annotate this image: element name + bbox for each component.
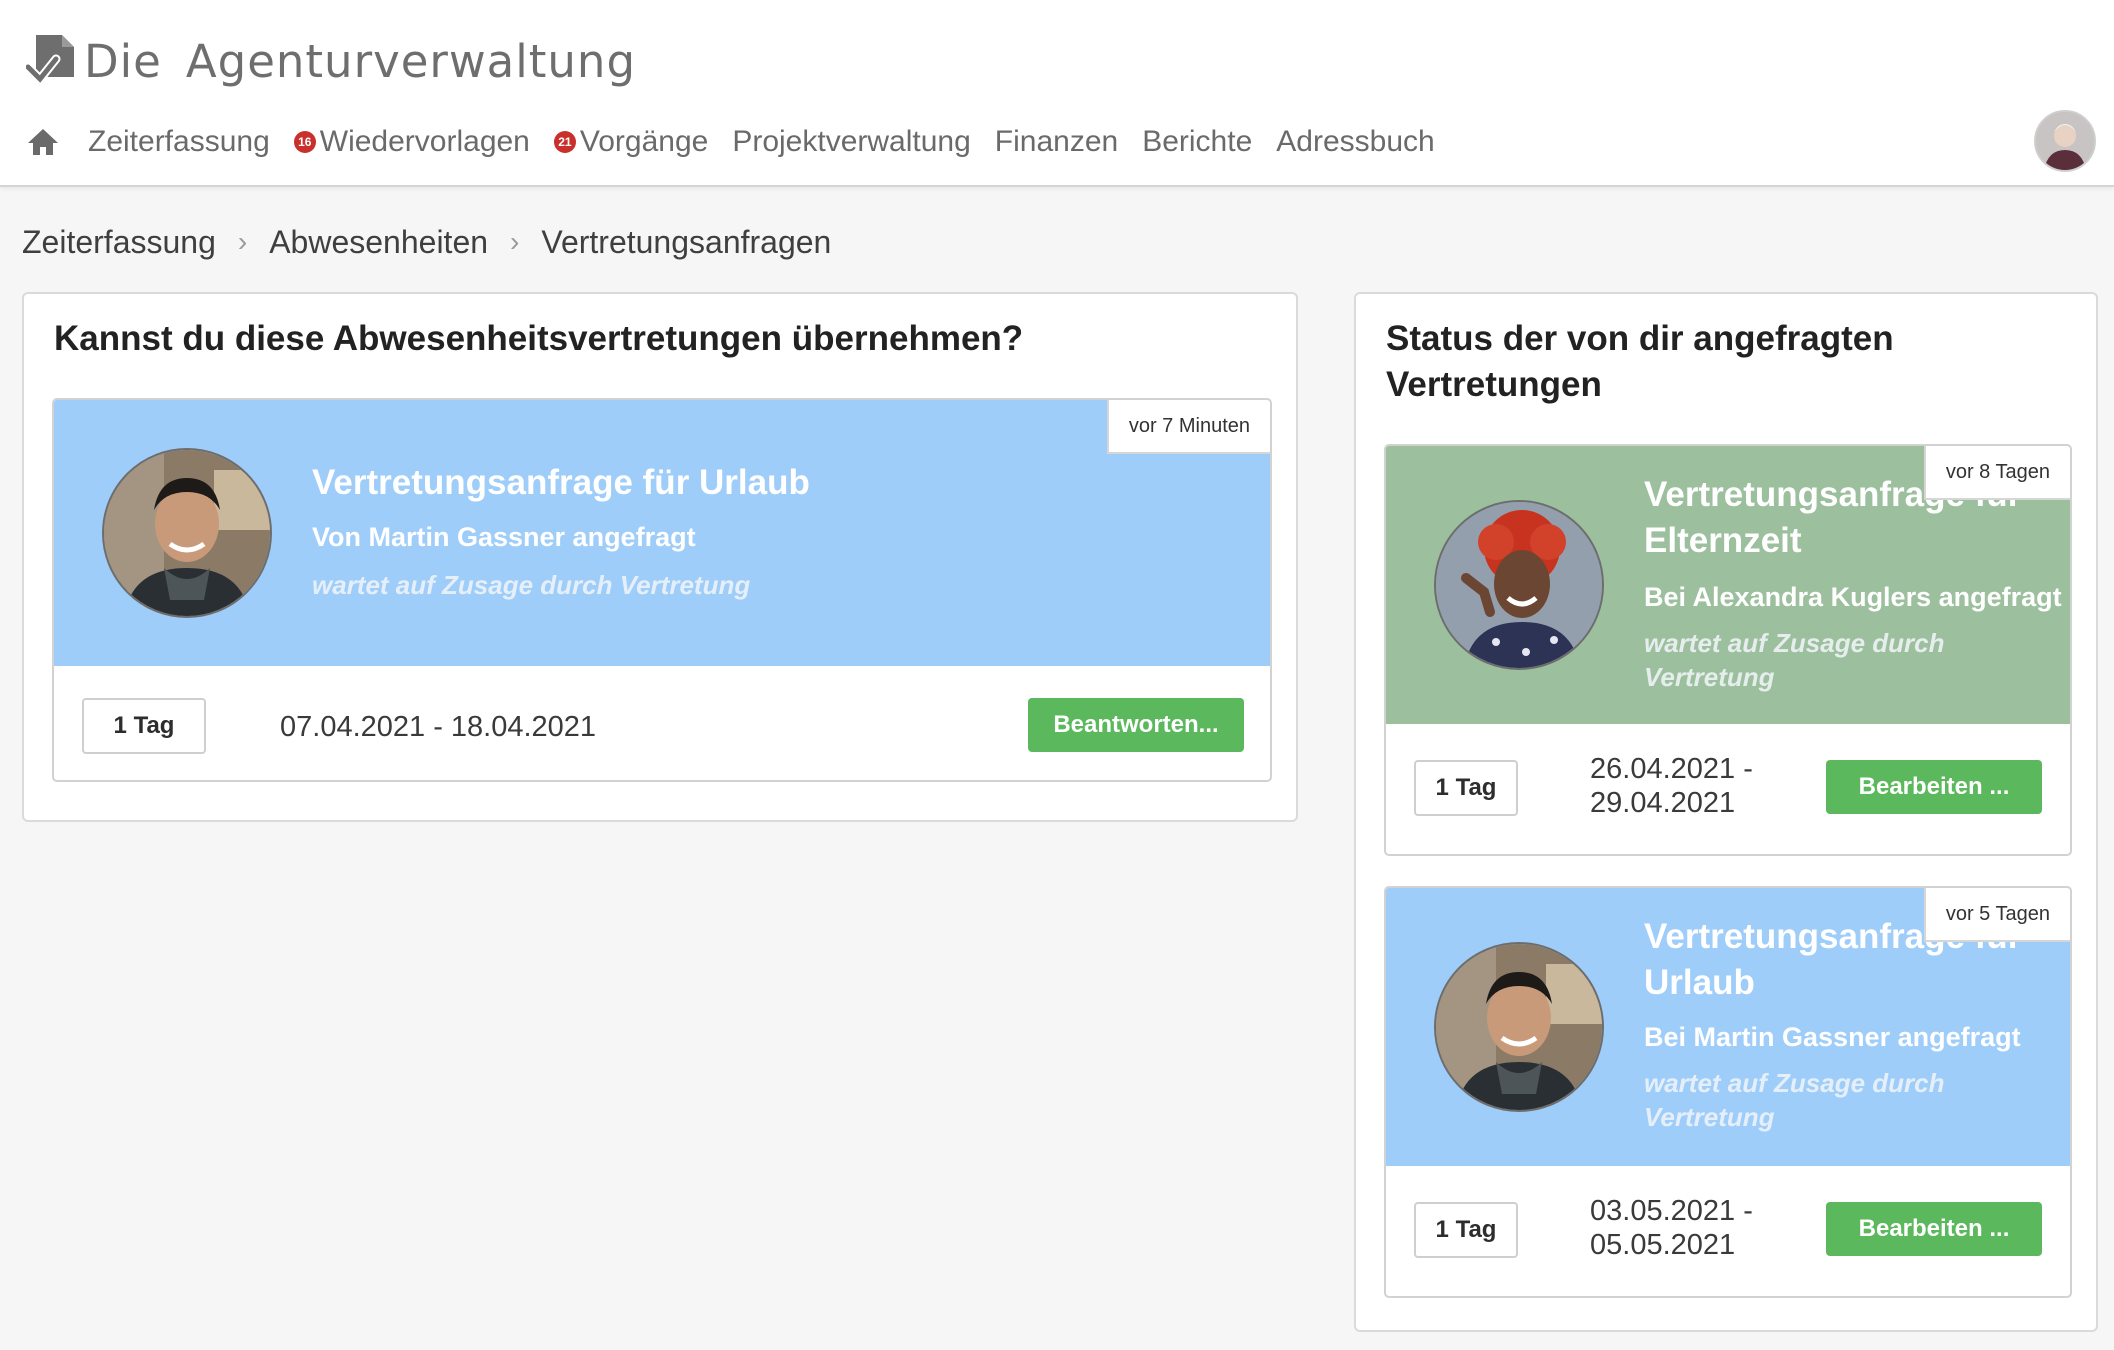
nav-item-finanzen[interactable]: Finanzen: [995, 125, 1118, 159]
avatar: [1434, 500, 1604, 670]
nav-label: Berichte: [1142, 125, 1253, 158]
request-card: Vertretungsanfrage für Elternzeit vor 8 …: [1384, 444, 2072, 856]
count-badge: 16: [293, 131, 316, 153]
date-range: 03.05.2021 - 05.05.2021: [1590, 1194, 1753, 1262]
logo-text-1: Die: [84, 34, 162, 88]
date-range-line2: 05.05.2021: [1590, 1229, 1736, 1261]
avatar: [102, 448, 272, 618]
time-tag: vor 7 Minuten: [1106, 400, 1270, 454]
edit-button[interactable]: Bearbeiten ...: [1826, 1202, 2042, 1256]
nav-label: Finanzen: [994, 125, 1119, 158]
card-subtitle: Bei Martin Gassner angefragt: [1644, 1022, 2021, 1052]
panel-title-line2: Vertretungen: [1386, 365, 1602, 404]
card-header: Vertretungsanfrage für Elternzeit vor 8 …: [1386, 446, 2070, 724]
duration-badge: 1 Tag: [1414, 760, 1518, 816]
date-range-line1: 03.05.2021 -: [1590, 1195, 1753, 1227]
edit-button[interactable]: Bearbeiten ...: [1826, 760, 2042, 814]
card-status-line2: Vertretung: [1644, 662, 1775, 692]
nav-item-wiedervorlagen[interactable]: 16 Wiedervorlagen: [293, 125, 530, 159]
count-badge: 21: [553, 131, 576, 153]
card-title: Vertretungsanfrage für Urlaub: [312, 463, 810, 502]
panel-title: Kannst du diese Abwesenheitsvertretungen…: [54, 319, 1024, 358]
request-card: vor 7 Minuten Vertretungsanfrage für Url…: [52, 398, 1272, 782]
nav-item-berichte[interactable]: Berichte: [1142, 125, 1252, 159]
date-range: 26.04.2021 - 29.04.2021: [1590, 752, 1753, 820]
card-status-line1: wartet auf Zusage durch: [1644, 628, 1945, 658]
date-range: 07.04.2021 - 18.04.2021: [280, 711, 597, 743]
nav-label: Adressbuch: [1276, 125, 1435, 158]
time-tag: vor 5 Tagen: [1923, 888, 2070, 942]
nav-label: Wiedervorlagen: [319, 125, 530, 158]
nav-item-adressbuch[interactable]: Adressbuch: [1276, 125, 1434, 159]
card-subtitle: Von Martin Gassner angefragt: [312, 522, 696, 552]
avatar: [1434, 942, 1604, 1112]
card-status: wartet auf Zusage durch Vertretung: [1644, 626, 1945, 694]
app-logo[interactable]: Die Agenturverwaltung: [26, 26, 636, 96]
date-range-line1: 26.04.2021 -: [1590, 753, 1753, 785]
card-header: vor 7 Minuten Vertretungsanfrage für Url…: [54, 400, 1270, 666]
card-header: Vertretungsanfrage für Urlaub vor 5 Tage…: [1386, 888, 2070, 1166]
answer-button[interactable]: Beantworten...: [1028, 698, 1244, 752]
chevron-right-icon: ›: [510, 226, 520, 257]
breadcrumb: Zeiterfassung › Abwesenheiten › Vertretu…: [22, 220, 831, 264]
card-status: wartet auf Zusage durch Vertretung: [312, 570, 751, 600]
panel-title-line1: Status der von dir angefragten: [1386, 319, 1894, 358]
nav-item-projektverwaltung[interactable]: Projektverwaltung: [732, 125, 970, 159]
user-avatar[interactable]: [2034, 110, 2096, 172]
nav-label: Projektverwaltung: [732, 125, 971, 158]
card-status-line1: wartet auf Zusage durch: [1644, 1068, 1945, 1098]
card-title-line2: Elternzeit: [1644, 521, 1802, 560]
duration-badge: 1 Tag: [1414, 1202, 1518, 1258]
card-status-line2: Vertretung: [1644, 1102, 1775, 1132]
request-card: Vertretungsanfrage für Urlaub vor 5 Tage…: [1384, 886, 2072, 1298]
incoming-requests-panel: Kannst du diese Abwesenheitsvertretungen…: [22, 292, 1298, 822]
nav-item-zeiterfassung[interactable]: Zeiterfassung: [88, 125, 270, 159]
breadcrumb-item-current: Vertretungsanfragen: [541, 223, 832, 260]
main-nav: Zeiterfassung 16 Wiedervorlagen 21 Vorgäng…: [26, 118, 1459, 166]
breadcrumb-item-zeiterfassung[interactable]: Zeiterfassung: [22, 224, 216, 261]
logo-text-2: Agenturverwaltung: [185, 34, 637, 88]
chevron-right-icon: ›: [237, 226, 248, 257]
home-icon[interactable]: [26, 127, 60, 157]
outgoing-requests-panel: Status der von dir angefragten Vertretun…: [1354, 292, 2098, 1332]
card-status: wartet auf Zusage durch Vertretung: [1644, 1066, 1945, 1134]
card-subtitle: Bei Alexandra Kuglers angefragt: [1644, 582, 2062, 612]
nav-label: Vorgänge: [579, 125, 709, 158]
logo-text: Die Agenturverwaltung: [84, 35, 636, 88]
app-header: Die Agenturverwaltung Zeiterfassung 16 Wie…: [0, 0, 2114, 187]
nav-label: Zeiterfassung: [88, 125, 270, 158]
breadcrumb-item-abwesenheiten[interactable]: Abwesenheiten: [269, 224, 488, 261]
card-title-line2: Urlaub: [1644, 963, 1755, 1002]
date-range-line2: 29.04.2021: [1590, 787, 1736, 819]
time-tag: vor 8 Tagen: [1923, 446, 2070, 500]
nav-item-vorgaenge[interactable]: 21 Vorgänge: [553, 125, 709, 159]
panel-title: Status der von dir angefragten Vertretun…: [1386, 316, 1894, 408]
duration-badge: 1 Tag: [82, 698, 206, 754]
logo-icon: [26, 35, 74, 86]
